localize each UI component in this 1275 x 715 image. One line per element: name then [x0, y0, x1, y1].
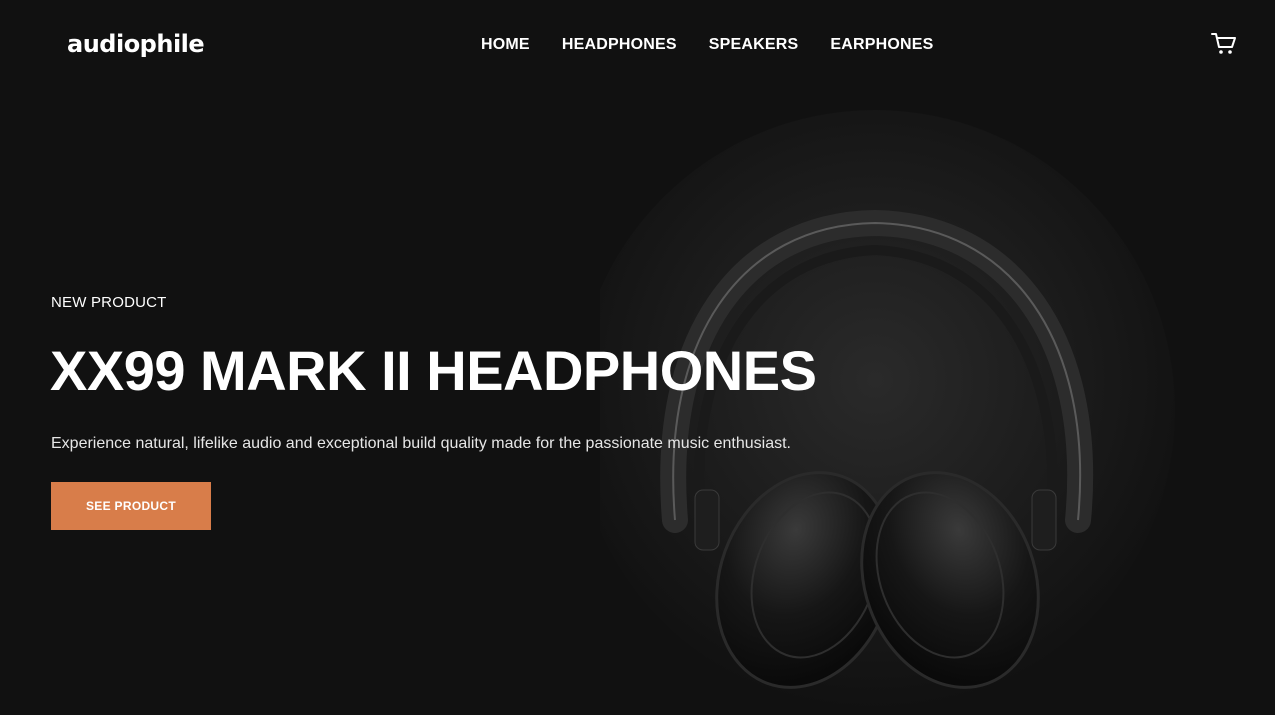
main-nav: HOME HEADPHONES SPEAKERS EARPHONES — [481, 36, 934, 54]
brand-logo[interactable]: audiophile — [67, 30, 205, 58]
hero-title: XX99 MARK II HEADPHONES — [50, 339, 817, 402]
hero-description: Experience natural, lifelike audio and e… — [51, 435, 791, 452]
nav-item-headphones[interactable]: HEADPHONES — [562, 36, 677, 54]
site-header: audiophile HOME HEADPHONES SPEAKERS EARP… — [0, 0, 1275, 90]
hero-overline: NEW PRODUCT — [51, 294, 167, 311]
see-product-button[interactable]: SEE PRODUCT — [51, 482, 211, 530]
cart-icon — [1211, 33, 1236, 54]
nav-item-speakers[interactable]: SPEAKERS — [709, 36, 799, 54]
nav-item-earphones[interactable]: EARPHONES — [830, 36, 933, 54]
nav-item-home[interactable]: HOME — [481, 36, 530, 54]
cart-button[interactable] — [1211, 32, 1237, 56]
